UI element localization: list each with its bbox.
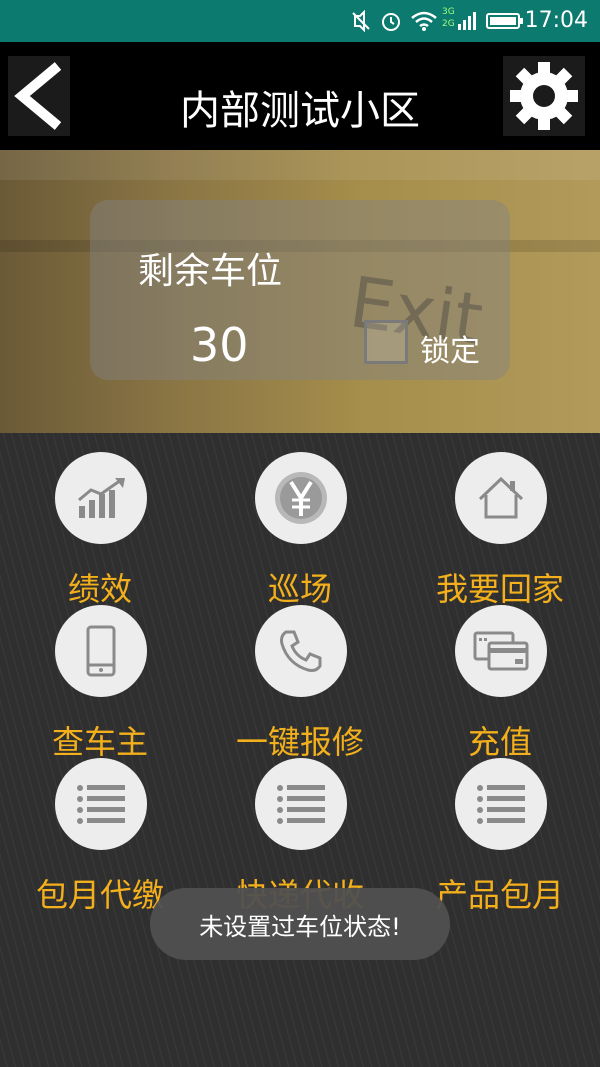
telephone-icon xyxy=(280,630,322,672)
grid-item-label: 充值 xyxy=(467,723,532,761)
alarm-icon xyxy=(382,13,400,31)
page-title: 内部测试小区 xyxy=(180,88,420,134)
phone-icon xyxy=(86,625,116,677)
lock-label[interactable]: 锁定 xyxy=(420,326,480,370)
toast-message: 未设置过车位状态! xyxy=(150,888,450,960)
grid-item-icon-circle xyxy=(455,605,547,697)
list-icon xyxy=(477,785,525,824)
grid-item-icon-circle xyxy=(55,758,147,850)
grid-item-icon-circle xyxy=(55,452,147,544)
grid-item-monthly-payment[interactable]: 包月代缴 xyxy=(0,758,200,914)
grid-item-icon-circle xyxy=(455,758,547,850)
credit-card-icon xyxy=(473,631,529,671)
grid-item-label: 绩效 xyxy=(67,570,132,608)
signal-icon xyxy=(458,12,476,30)
banner-light-stripe xyxy=(0,150,600,180)
grid-item-label: 查车主 xyxy=(51,723,148,761)
grid-item-go-home[interactable]: 我要回家 xyxy=(400,452,600,608)
grid-item-recharge[interactable]: 充值 xyxy=(400,605,600,761)
battery-icon xyxy=(486,13,523,29)
gear-icon xyxy=(510,62,578,130)
remaining-spaces-label: 剩余车位 xyxy=(138,251,283,292)
network-type-label: 3G 2G xyxy=(442,7,455,29)
grid-item-performance[interactable]: 绩效 xyxy=(0,452,200,608)
chart-up-icon xyxy=(78,478,125,518)
network-indicator: 3G 2G xyxy=(442,6,478,36)
grid-item-repair[interactable]: 一键报修 xyxy=(200,605,400,761)
grid-item-parcel-collection[interactable]: 快递代收 xyxy=(200,758,400,914)
grid-item-label: 我要回家 xyxy=(435,570,564,608)
grid-item-icon-circle xyxy=(255,452,347,544)
back-button[interactable] xyxy=(8,56,70,136)
grid-item-icon-circle xyxy=(55,605,147,697)
grid-item-icon-circle xyxy=(255,758,347,850)
list-icon xyxy=(277,785,325,824)
remaining-spaces-count: 30 xyxy=(190,318,249,372)
wifi-icon xyxy=(411,11,437,31)
list-icon xyxy=(77,785,125,824)
grid-item-label: 巡场 xyxy=(267,570,332,608)
mute-icon xyxy=(352,10,370,32)
home-icon xyxy=(478,476,524,519)
grid-item-icon-circle xyxy=(255,605,347,697)
clock: 17:04 xyxy=(524,8,588,33)
parking-status-card: 剩余车位 30 锁定 xyxy=(90,200,510,380)
grid-item-product-monthly[interactable]: 产品包月 xyxy=(400,758,600,914)
back-arrow-icon xyxy=(14,62,62,130)
grid-item-find-owner[interactable]: 查车主 xyxy=(0,605,200,761)
yen-coin-icon xyxy=(275,472,327,524)
grid-item-patrol[interactable]: 巡场 xyxy=(200,452,400,608)
grid-item-label: 一键报修 xyxy=(235,723,364,761)
lock-checkbox[interactable] xyxy=(364,320,408,364)
grid-item-icon-circle xyxy=(455,452,547,544)
settings-button[interactable] xyxy=(503,56,585,136)
status-bar: 3G 2G 17:04 xyxy=(0,0,600,42)
